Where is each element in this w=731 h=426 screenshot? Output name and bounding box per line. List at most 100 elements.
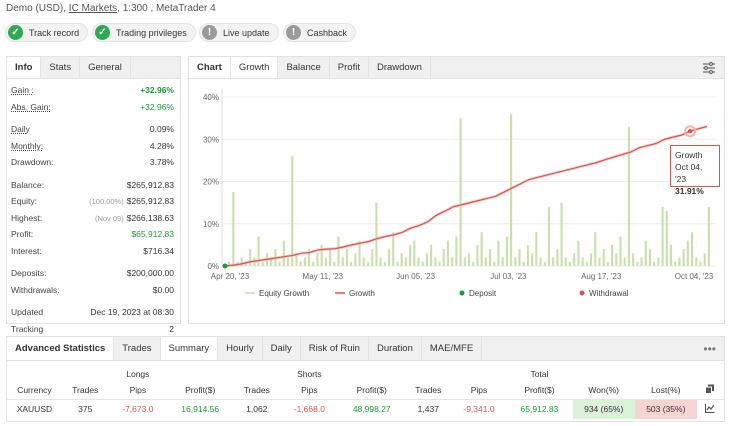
trading-privileges-badge[interactable]: ✓ Trading privileges xyxy=(92,23,196,42)
tab-growth[interactable]: Growth xyxy=(230,57,279,78)
growth-line xyxy=(224,125,708,267)
profit-bar xyxy=(648,249,652,266)
profit-bar xyxy=(669,244,673,266)
tab-advanced-statistics[interactable]: Advanced Statistics xyxy=(7,337,115,360)
profit-bar xyxy=(303,257,306,266)
profit-bar xyxy=(430,244,433,266)
profit-bar xyxy=(598,257,601,266)
growth-chart[interactable]: 0% 10% 20% 30% 40% Apr 20, '23 May 11, '23 Jun … xyxy=(189,79,724,323)
profit-bar xyxy=(459,118,462,266)
tab-trades[interactable]: Trades xyxy=(114,337,161,360)
tab-daily[interactable]: Daily xyxy=(263,337,301,360)
withdrawals-label: Withdrawals: xyxy=(11,284,60,295)
highest-label: Highest: xyxy=(11,212,43,223)
account-type: Demo (USD), xyxy=(6,3,67,14)
daily-row: Daily 0.09% xyxy=(7,121,180,138)
legend-label: Equity Growth xyxy=(259,289,309,298)
profit-bar xyxy=(387,249,391,266)
equity-percent: (100.00%) xyxy=(89,197,124,207)
profit-value: $65,912.83 xyxy=(131,229,174,240)
profit-bar xyxy=(539,257,542,266)
profit-bar xyxy=(703,253,706,266)
gain-label[interactable]: Gain : xyxy=(11,85,34,95)
tracking-value: 2 xyxy=(169,323,174,334)
monthly-label[interactable]: Monthly: xyxy=(11,141,43,151)
tab-mae-mfe[interactable]: MAE/MFE xyxy=(422,337,483,360)
profit-bar xyxy=(552,257,555,266)
chart-tabs: Chart Growth Balance Profit Drawdown xyxy=(189,57,724,79)
equity-label: Equity: xyxy=(11,196,37,207)
profit-bar xyxy=(316,253,319,266)
broker-link[interactable]: IC Markets xyxy=(69,3,117,14)
tooltip-title: Growth xyxy=(675,150,703,160)
deposits-label: Deposits: xyxy=(11,268,47,279)
settings-sliders-icon[interactable] xyxy=(702,61,716,75)
profit-bar xyxy=(324,257,327,266)
copy-icon[interactable] xyxy=(697,381,724,399)
cell-currency: XAUUSD xyxy=(16,404,53,415)
profit-bar xyxy=(627,126,630,266)
profit-bar xyxy=(518,249,521,266)
check-icon: ✓ xyxy=(95,25,110,40)
profit-bar xyxy=(484,257,487,266)
more-menu-icon[interactable]: ••• xyxy=(695,337,724,360)
profit-bar xyxy=(333,261,336,266)
profit-bar xyxy=(556,249,559,266)
summary-table: Longs Shorts Total Currency Trades Pips … xyxy=(7,367,724,419)
tab-balance[interactable]: Balance xyxy=(278,57,330,78)
profit-bar xyxy=(644,240,647,266)
profit-label: Profit: xyxy=(11,229,34,240)
profit-bar xyxy=(434,257,437,266)
live-update-badge[interactable]: ! Live update xyxy=(199,23,279,42)
track-record-badge[interactable]: ✓ Track record xyxy=(5,23,89,42)
cashback-badge[interactable]: ! Cashback xyxy=(283,23,357,42)
profit-bar xyxy=(446,240,450,266)
tab-info[interactable]: Info xyxy=(7,57,42,78)
tab-risk-of-ruin[interactable]: Risk of Ruin xyxy=(301,337,369,360)
legend-swatch xyxy=(459,290,465,296)
legend-swatch xyxy=(579,290,585,296)
exclamation-icon: ! xyxy=(202,25,217,40)
tab-hourly[interactable]: Hourly xyxy=(218,337,263,360)
tab-chart[interactable]: Chart xyxy=(189,57,231,78)
col-longs-trades: Trades xyxy=(72,384,99,395)
y-tick-label: 30% xyxy=(203,135,219,144)
daily-label[interactable]: Daily xyxy=(11,124,30,134)
profit-bar xyxy=(291,156,294,266)
profit-bar xyxy=(493,261,496,266)
equity-growth-line xyxy=(224,125,708,268)
abs-gain-label[interactable]: Abs. Gain: xyxy=(11,102,51,112)
profit-bar xyxy=(674,261,677,266)
profit-bar xyxy=(678,257,681,266)
profit-bar xyxy=(442,249,445,266)
profit-bar xyxy=(286,257,290,266)
tab-summary[interactable]: Summary xyxy=(160,337,219,360)
profit-row: Profit: $65,912.83 xyxy=(7,226,180,243)
profit-bar xyxy=(522,261,525,266)
profit-bar xyxy=(417,257,420,266)
tab-duration[interactable]: Duration xyxy=(369,337,422,360)
tab-drawdown[interactable]: Drawdown xyxy=(369,57,431,78)
equity-value: $265,912.83 xyxy=(126,196,174,207)
chart-line-icon[interactable] xyxy=(697,399,724,419)
profit-bar xyxy=(623,257,626,266)
profit-bar xyxy=(707,206,710,266)
withdrawals-row: Withdrawals: $0.00 xyxy=(7,282,180,299)
x-tick-label: Oct 04, '23 xyxy=(675,272,714,281)
tab-general[interactable]: General xyxy=(80,57,131,78)
tab-profit[interactable]: Profit xyxy=(330,57,369,78)
profit-bar xyxy=(480,232,483,266)
profit-bar xyxy=(611,244,614,266)
profit-bar xyxy=(632,253,635,266)
profit-bar xyxy=(362,257,365,266)
check-icon: ✓ xyxy=(8,25,23,40)
leverage-platform: , 1:300 , MetaTrader 4 xyxy=(117,3,216,14)
col-longs-profit: Profit($) xyxy=(185,384,216,395)
profit-bar xyxy=(341,257,344,266)
tab-stats[interactable]: Stats xyxy=(41,57,81,78)
profit-bar xyxy=(455,236,458,266)
profit-bar xyxy=(619,236,622,266)
profit-bar xyxy=(413,240,416,266)
profit-bar xyxy=(682,249,685,266)
badge-label: Live update xyxy=(223,27,270,38)
